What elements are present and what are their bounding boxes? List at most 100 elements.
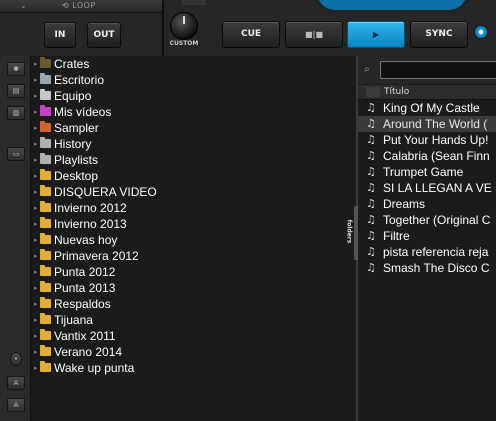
expand-arrow-icon[interactable]: ▸ — [34, 312, 38, 328]
tree-item-label: Verano 2014 — [54, 345, 123, 359]
expand-arrow-icon[interactable]: ▸ — [34, 216, 38, 232]
expand-arrow-icon[interactable]: ▸ — [34, 344, 38, 360]
loop-in-button[interactable]: IN — [44, 22, 76, 48]
tree-item[interactable]: ▸ Primavera 2012 — [31, 248, 356, 264]
tree-item-label: Primavera 2012 — [54, 249, 139, 263]
tree-item[interactable]: ▸ Wake up punta — [31, 360, 356, 376]
track-title: Put Your Hands Up! — [383, 133, 489, 147]
videos-folder-icon — [40, 105, 51, 116]
tree-item[interactable]: ▸ Escritorio — [31, 72, 356, 88]
expand-arrow-icon[interactable]: ▸ — [34, 136, 38, 152]
deck-indicator-icon[interactable] — [474, 25, 488, 39]
track-row[interactable]: ♫ King Of My Castle — [358, 100, 496, 116]
track-title: Smash The Disco C — [383, 261, 490, 275]
expand-arrow-icon[interactable]: ▸ — [34, 184, 38, 200]
loop-icon: ⟲ — [62, 1, 70, 10]
expand-arrow-icon[interactable]: ▸ — [34, 152, 38, 168]
loop-out-button[interactable]: OUT — [87, 22, 121, 48]
sync-button[interactable]: SYNC — [410, 21, 468, 48]
small-a-icon[interactable]: A — [7, 376, 25, 390]
large-a-icon[interactable]: A — [7, 398, 25, 412]
tree-item[interactable]: ▸ Punta 2012 — [31, 264, 356, 280]
expand-arrow-icon[interactable]: ▸ — [34, 88, 38, 104]
expand-arrow-icon[interactable]: ▸ — [34, 360, 38, 376]
expand-arrow-icon[interactable]: ▸ — [34, 232, 38, 248]
expand-arrow-icon[interactable]: ▸ — [34, 200, 38, 216]
track-row[interactable]: ♫ Put Your Hands Up! — [358, 132, 496, 148]
track-row[interactable]: ♫ Calabria (Sean Finn — [358, 148, 496, 164]
tree-item-label: DISQUERA VIDEO — [54, 185, 157, 199]
music-note-icon: ♫ — [366, 165, 376, 178]
tree-item[interactable]: ▸ History — [31, 136, 356, 152]
tree-item-label: Respaldos — [54, 297, 111, 311]
expand-arrow-icon[interactable]: ▸ — [34, 104, 38, 120]
tree-item[interactable]: ▸ Invierno 2013 — [31, 216, 356, 232]
tree-item-label: Punta 2013 — [54, 281, 116, 295]
expand-arrow-icon[interactable]: ▸ — [34, 248, 38, 264]
tree-item[interactable]: ▸ Nuevas hoy — [31, 232, 356, 248]
music-note-icon: ♫ — [366, 261, 376, 274]
search-input[interactable] — [380, 61, 496, 79]
cue-button[interactable]: CUE — [222, 21, 280, 48]
music-note-icon: ♫ — [366, 229, 376, 242]
track-row[interactable]: ♫ Smash The Disco C — [358, 260, 496, 276]
tree-item[interactable]: ▸ Punta 2013 — [31, 280, 356, 296]
tree-item[interactable]: ▸ Vantix 2011 — [31, 328, 356, 344]
expand-arrow-icon[interactable]: ▸ — [34, 168, 38, 184]
tree-item[interactable]: ▸ Crates — [31, 56, 356, 72]
play-button[interactable]: ▶ — [347, 21, 405, 48]
tree-item[interactable]: ▸ Invierno 2012 — [31, 200, 356, 216]
folder-icon — [40, 217, 51, 228]
track-row[interactable]: ♫ Dreams — [358, 196, 496, 212]
track-row[interactable]: ♫ Around The World ( — [358, 116, 496, 132]
folder-icon — [40, 169, 51, 180]
star-icon[interactable]: ✱ — [7, 62, 25, 76]
tree-item[interactable]: ▸ Equipo — [31, 88, 356, 104]
sideview-icon[interactable]: ▥ — [7, 106, 25, 120]
loop-label: LOOP — [72, 1, 96, 10]
track-title: Dreams — [383, 197, 426, 211]
expand-arrow-icon[interactable]: ▸ — [34, 280, 38, 296]
jog-platter[interactable] — [315, 0, 469, 12]
track-title: Around The World ( — [383, 117, 488, 131]
track-title: SI LA LLEGAN A VE — [383, 181, 492, 195]
tree-item[interactable]: ▸ Desktop — [31, 168, 356, 184]
deck-area: ⌄ ⟲ LOOP IN OUT CUSTOM CUE ■|■ ▶ SYNC — [0, 0, 496, 56]
track-row[interactable]: ♫ Filtre — [358, 228, 496, 244]
tree-item[interactable]: ▸ Sampler — [31, 120, 356, 136]
expand-arrow-icon[interactable]: ▸ — [34, 72, 38, 88]
crates-folder-icon — [40, 57, 51, 68]
expand-arrow-icon[interactable]: ▸ — [34, 264, 38, 280]
chevron-down-icon[interactable]: ⌄ — [20, 1, 27, 10]
music-note-icon: ♫ — [366, 101, 376, 114]
track-title: Together (Original C — [383, 213, 491, 227]
tree-item[interactable]: ▸ DISQUERA VIDEO — [31, 184, 356, 200]
expand-arrow-icon[interactable]: ▸ — [34, 296, 38, 312]
select-all-column[interactable] — [366, 87, 380, 97]
search-icon[interactable]: ⌕ — [364, 64, 370, 75]
expand-arrow-icon[interactable]: ▸ — [34, 328, 38, 344]
tree-item-label: History — [54, 137, 92, 151]
pause-button[interactable]: ■|■ — [285, 21, 343, 48]
tree-item[interactable]: ▸ Playlists — [31, 152, 356, 168]
window-icon[interactable]: ▭ — [7, 147, 25, 161]
track-row[interactable]: ♫ SI LA LLEGAN A VE — [358, 180, 496, 196]
tree-item[interactable]: ▸ Mis vídeos — [31, 104, 356, 120]
track-row[interactable]: ♫ Together (Original C — [358, 212, 496, 228]
file-list-panel: ⌕ Título ♫ King Of My Castle ♫ Around The W… — [358, 56, 496, 421]
dot-icon[interactable]: • — [10, 352, 22, 366]
track-row[interactable]: ♫ Trumpet Game — [358, 164, 496, 180]
tree-item[interactable]: ▸ Verano 2014 — [31, 344, 356, 360]
loop-button[interactable]: ⟲ LOOP — [62, 0, 96, 12]
folder-icon — [40, 281, 51, 292]
expand-arrow-icon[interactable]: ▸ — [34, 56, 38, 72]
tree-item[interactable]: ▸ Respaldos — [31, 296, 356, 312]
track-row[interactable]: ♫ pista referencia reja — [358, 244, 496, 260]
tree-item[interactable]: ▸ Tijuana — [31, 312, 356, 328]
list-icon[interactable]: ▤ — [7, 84, 25, 98]
loop-strip: ⌄ ⟲ LOOP — [0, 0, 162, 13]
folder-icon — [40, 345, 51, 356]
expand-arrow-icon[interactable]: ▸ — [34, 120, 38, 136]
custom-knob[interactable] — [170, 12, 198, 40]
column-title[interactable]: Título — [384, 85, 409, 99]
